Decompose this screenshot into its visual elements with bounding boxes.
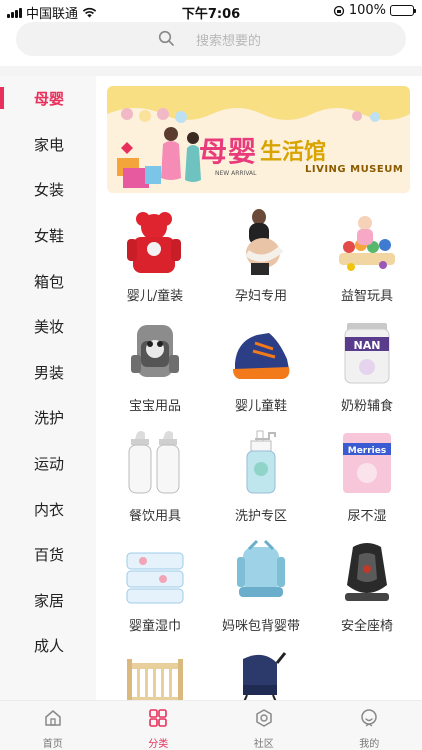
status-right: 100% <box>333 3 416 18</box>
community-icon <box>256 709 272 727</box>
promo-banner[interactable]: 母婴 生活馆 LIVING MUSEUM NEW ARRIVAL <box>107 86 410 193</box>
battery-percent: 100% <box>348 3 386 18</box>
category-label: 益智玩具 <box>340 289 393 304</box>
category-item[interactable]: 宝宝用品 <box>100 311 210 421</box>
sidebar-item-label: 女鞋 <box>34 227 65 246</box>
orientation-lock-icon <box>333 5 344 16</box>
sidebar-item-label: 洗护 <box>34 409 65 428</box>
category-content: 母婴 生活馆 LIVING MUSEUM NEW ARRIVAL 婴儿/童装 孕… <box>96 76 422 700</box>
tab-label: 社区 <box>253 739 274 750</box>
sidebar-item-label: 运动 <box>34 455 65 474</box>
category-label: 洗护专区 <box>234 509 287 524</box>
category-label: 奶粉辅食 <box>340 399 393 414</box>
tab-community[interactable]: 社区 <box>211 701 317 750</box>
car-seat-icon <box>345 543 389 601</box>
sidebar-item-chengren[interactable]: 成人 <box>0 623 96 669</box>
sidebar-item-label: 美妆 <box>34 318 65 337</box>
category-item[interactable] <box>206 641 316 700</box>
wipes-icon <box>126 552 184 604</box>
sidebar-item-label: 百货 <box>34 546 65 565</box>
sidebar-item-jiaju[interactable]: 家居 <box>0 578 96 624</box>
category-item[interactable]: 孕妇专用 <box>206 201 316 311</box>
crib-icon <box>127 659 183 700</box>
category-sidebar: 母婴 家电 女装 女鞋 箱包 美妆 男装 洗护 运动 内衣 百货 家居 成人 <box>0 76 96 700</box>
sidebar-item-label: 母婴 <box>34 90 65 109</box>
banner-tag: NEW ARRIVAL <box>215 170 257 177</box>
bottle-icon <box>128 431 180 494</box>
home-icon <box>45 710 61 726</box>
status-bar: 中国联通 下午7:06 100% <box>0 0 422 22</box>
category-item[interactable] <box>100 641 210 700</box>
stroller-icon <box>243 652 287 700</box>
category-label: 婴儿童鞋 <box>234 399 287 414</box>
category-item[interactable]: 洗护专区 <box>206 421 316 531</box>
sidebar-item-meizhuang[interactable]: 美妆 <box>0 304 96 350</box>
bottom-tab-bar: 首页 分类 社区 我的 <box>0 700 422 750</box>
category-item[interactable]: Merries 尿不湿 <box>312 421 422 531</box>
category-item[interactable]: 安全座椅 <box>312 531 422 641</box>
baby-clothes-icon <box>127 212 181 273</box>
sidebar-item-muying[interactable]: 母婴 <box>0 76 96 122</box>
divider-band <box>0 66 422 76</box>
category-item[interactable]: 妈咪包背婴带 <box>206 531 316 641</box>
category-item[interactable]: 婴儿/童装 <box>100 201 210 311</box>
category-label: 婴儿/童装 <box>126 289 184 304</box>
category-item[interactable]: 婴儿童鞋 <box>206 311 316 421</box>
formula-icon: NAN <box>344 323 390 384</box>
svg-text:Merries: Merries <box>348 446 386 456</box>
baby-carrier-icon <box>131 325 179 377</box>
search-placeholder: 搜索想要的 <box>196 34 262 49</box>
kids-shoe-icon <box>233 333 290 379</box>
category-item[interactable]: NAN 奶粉辅食 <box>312 311 422 421</box>
maternity-icon <box>244 209 284 275</box>
tab-home[interactable]: 首页 <box>0 701 106 750</box>
tab-label: 我的 <box>359 739 380 750</box>
category-item[interactable]: 餐饮用具 <box>100 421 210 531</box>
sidebar-item-xihu[interactable]: 洗护 <box>0 395 96 441</box>
sidebar-item-label: 成人 <box>34 637 65 656</box>
tab-profile[interactable]: 我的 <box>317 701 422 750</box>
tab-label: 首页 <box>42 739 63 750</box>
search-icon <box>158 30 174 46</box>
banner-title-main: 母婴 <box>199 135 258 168</box>
toy-icon <box>339 216 395 271</box>
sidebar-item-nvzhuang[interactable]: 女装 <box>0 167 96 213</box>
sling-icon <box>237 539 285 597</box>
battery-icon <box>390 5 416 16</box>
tab-category[interactable]: 分类 <box>106 701 212 750</box>
sidebar-item-nvxie[interactable]: 女鞋 <box>0 213 96 259</box>
sidebar-item-label: 男装 <box>34 363 65 382</box>
category-label: 餐饮用具 <box>128 509 181 524</box>
search-area: 搜索想要的 <box>0 22 422 66</box>
sidebar-item-jiadian[interactable]: 家电 <box>0 122 96 168</box>
sidebar-item-label: 家居 <box>34 591 65 610</box>
category-label: 安全座椅 <box>340 619 393 634</box>
sidebar-item-nanzhuang[interactable]: 男装 <box>0 350 96 396</box>
svg-text:NAN: NAN <box>354 339 381 352</box>
profile-icon <box>361 709 377 727</box>
diaper-icon: Merries <box>343 433 391 493</box>
search-input[interactable]: 搜索想要的 <box>16 22 406 56</box>
category-label: 尿不湿 <box>347 509 387 524</box>
category-icon <box>149 709 168 727</box>
banner-title-secondary: 生活馆 <box>260 140 327 165</box>
sidebar-item-neiyi[interactable]: 内衣 <box>0 486 96 532</box>
category-item[interactable]: 益智玩具 <box>312 201 422 311</box>
sidebar-item-label: 内衣 <box>34 500 65 519</box>
sidebar-item-label: 女装 <box>34 181 65 200</box>
category-label: 宝宝用品 <box>128 399 181 414</box>
category-item[interactable]: 婴童湿巾 <box>100 531 210 641</box>
category-label: 婴童湿巾 <box>128 619 181 634</box>
lotion-icon <box>246 430 276 494</box>
sidebar-item-label: 箱包 <box>34 272 65 291</box>
category-label: 妈咪包背婴带 <box>221 619 300 634</box>
sidebar-item-xiangbao[interactable]: 箱包 <box>0 258 96 304</box>
banner-subtitle: LIVING MUSEUM <box>305 164 404 175</box>
sidebar-item-yundong[interactable]: 运动 <box>0 441 96 487</box>
category-label: 孕妇专用 <box>234 289 287 304</box>
sidebar-item-label: 家电 <box>34 135 65 154</box>
sidebar-item-baihuo[interactable]: 百货 <box>0 532 96 578</box>
tab-label: 分类 <box>148 739 169 750</box>
